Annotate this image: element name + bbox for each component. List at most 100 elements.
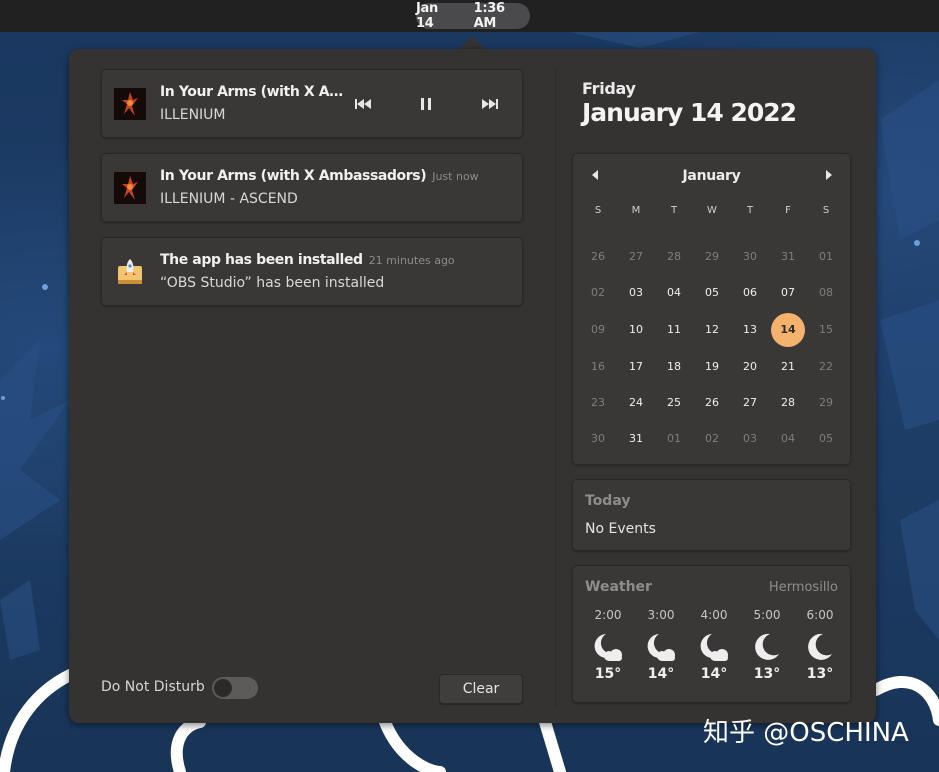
moon-icon xyxy=(803,630,837,664)
calendar-day[interactable]: 30 xyxy=(581,422,615,456)
notification-title: The app has been installed 21 minutes ago xyxy=(160,252,455,268)
calendar-day[interactable]: 24 xyxy=(619,386,653,420)
weather-temp: 15° xyxy=(594,666,622,682)
moon-cloud-icon xyxy=(644,630,678,664)
media-player-card[interactable]: In Your Arms (with X A… ILLENIUM xyxy=(101,69,523,138)
calendar-day[interactable]: 02 xyxy=(695,422,729,456)
calendar-day[interactable]: 13 xyxy=(733,313,767,347)
calendar-day[interactable]: 26 xyxy=(695,386,729,420)
calendar-day[interactable]: 30 xyxy=(733,240,767,274)
weather-time: 4:00 xyxy=(700,608,728,622)
notification-time: Just now xyxy=(432,170,479,183)
weather-time: 3:00 xyxy=(647,608,675,622)
calendar-day[interactable]: 31 xyxy=(771,240,805,274)
weekday-header: S xyxy=(822,205,830,216)
day-name: Friday xyxy=(582,79,636,98)
notification-title-text: The app has been installed xyxy=(160,252,363,268)
next-month-button[interactable] xyxy=(820,166,838,184)
calendar-day[interactable]: 31 xyxy=(619,422,653,456)
notification-title: In Your Arms (with X Ambassadors) Just no… xyxy=(160,168,479,184)
weekday-header: S xyxy=(594,205,602,216)
calendar-day[interactable]: 29 xyxy=(695,240,729,274)
weather-temp: 14° xyxy=(647,666,675,682)
calendar-day[interactable]: 27 xyxy=(733,386,767,420)
notification-body: ILLENIUM - ASCEND xyxy=(160,191,298,207)
calendar-day[interactable]: 19 xyxy=(695,350,729,384)
calendar-day[interactable]: 11 xyxy=(657,313,691,347)
weather-card[interactable]: Weather Hermosillo 2:00 15° 3:00 14° 4:00 14°… xyxy=(572,565,851,703)
calendar-day[interactable]: 20 xyxy=(733,350,767,384)
calendar-day[interactable]: 05 xyxy=(809,422,843,456)
calendar-day[interactable]: 28 xyxy=(657,240,691,274)
events-heading: Today xyxy=(585,493,631,509)
calendar-day[interactable]: 18 xyxy=(657,350,691,384)
calendar-day[interactable]: 02 xyxy=(581,276,615,310)
calendar-day[interactable]: 17 xyxy=(619,350,653,384)
calendar-day[interactable]: 21 xyxy=(771,350,805,384)
pause-button[interactable] xyxy=(415,94,437,114)
calendar-day[interactable]: 03 xyxy=(619,276,653,310)
weekday-header: T xyxy=(670,205,678,216)
calendar-day[interactable]: 04 xyxy=(657,276,691,310)
top-panel: Jan 14 1:36 AM xyxy=(0,0,939,32)
full-date: January 14 2022 xyxy=(582,98,797,127)
weather-temp: 13° xyxy=(806,666,834,682)
calendar-day[interactable]: 03 xyxy=(733,422,767,456)
popover-arrow xyxy=(459,36,485,49)
calendar-day-today[interactable]: 14 xyxy=(771,313,805,347)
weekday-header: W xyxy=(707,205,717,216)
calendar-day[interactable]: 06 xyxy=(733,276,767,310)
calendar-day[interactable]: 26 xyxy=(581,240,615,274)
weather-location: Hermosillo xyxy=(768,580,838,595)
calendar-day[interactable]: 28 xyxy=(771,386,805,420)
next-track-button[interactable] xyxy=(479,94,501,114)
panel-time: 1:36 AM xyxy=(473,1,505,31)
calendar-day[interactable]: 25 xyxy=(657,386,691,420)
chevron-right-icon xyxy=(826,170,832,180)
app-store-icon xyxy=(114,256,146,288)
weekday-header: M xyxy=(631,205,641,216)
previous-track-button[interactable] xyxy=(352,94,374,114)
weather-temp: 14° xyxy=(700,666,728,682)
date-time-indicator[interactable]: Jan 14 1:36 AM xyxy=(416,1,530,31)
do-not-disturb-toggle[interactable] xyxy=(212,677,258,699)
notifications-popover: In Your Arms (with X A… ILLENIUM In Your… xyxy=(69,49,876,723)
calendar-day[interactable]: 10 xyxy=(619,313,653,347)
skip-next-icon xyxy=(482,99,498,109)
weather-time: 2:00 xyxy=(594,608,622,622)
calendar-day[interactable]: 27 xyxy=(619,240,653,274)
calendar-day[interactable]: 09 xyxy=(581,313,615,347)
app-installed-notification[interactable]: The app has been installed 21 minutes ago… xyxy=(101,237,523,306)
moon-icon xyxy=(750,630,784,664)
moon-cloud-icon xyxy=(697,630,731,664)
calendar-day[interactable]: 07 xyxy=(771,276,805,310)
column-divider xyxy=(555,67,556,707)
weather-temp: 13° xyxy=(753,666,781,682)
calendar-day[interactable]: 01 xyxy=(809,240,843,274)
calendar-day[interactable]: 12 xyxy=(695,313,729,347)
weather-hour: 6:00 13° xyxy=(795,608,845,682)
calendar-day[interactable]: 15 xyxy=(809,313,843,347)
skip-previous-icon xyxy=(355,99,371,109)
weather-hour: 4:00 14° xyxy=(689,608,739,682)
calendar-day[interactable]: 23 xyxy=(581,386,615,420)
album-art xyxy=(114,172,146,204)
media-notification[interactable]: In Your Arms (with X Ambassadors) Just no… xyxy=(101,153,523,222)
calendar-day[interactable]: 04 xyxy=(771,422,805,456)
calendar-day[interactable]: 08 xyxy=(809,276,843,310)
calendar-day[interactable]: 05 xyxy=(695,276,729,310)
calendar-day[interactable]: 22 xyxy=(809,350,843,384)
weather-time: 6:00 xyxy=(806,608,834,622)
pause-icon xyxy=(421,98,431,110)
weather-heading: Weather xyxy=(585,579,652,595)
weather-hour: 5:00 13° xyxy=(742,608,792,682)
calendar-day[interactable]: 01 xyxy=(657,422,691,456)
weather-hour: 2:00 15° xyxy=(583,608,633,682)
watermark: 知乎 @OSCHINA xyxy=(703,718,909,748)
calendar-day[interactable]: 29 xyxy=(809,386,843,420)
calendar-day[interactable]: 16 xyxy=(581,350,615,384)
calendar: January S M T W T F S 26 27 28 29 30 31 01 02 03 04 05 06 0… xyxy=(572,153,851,465)
do-not-disturb-label: Do Not Disturb xyxy=(101,679,205,695)
clear-button[interactable]: Clear xyxy=(439,674,523,704)
weather-hour: 3:00 14° xyxy=(636,608,686,682)
